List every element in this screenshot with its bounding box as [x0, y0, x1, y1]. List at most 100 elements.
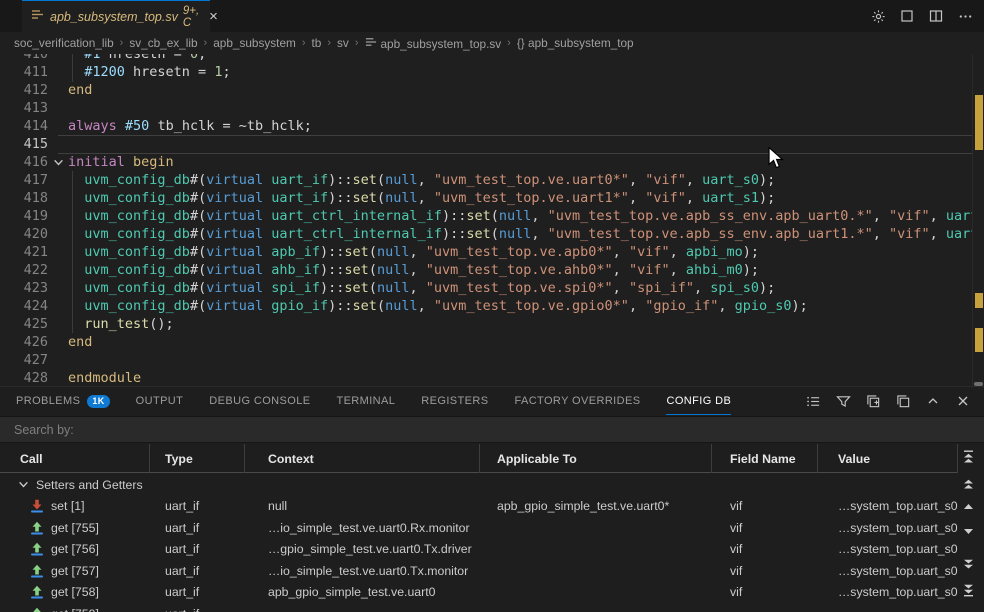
- code-line-426[interactable]: 426end: [0, 333, 972, 351]
- panel-tab-label: FACTORY OVERRIDES: [514, 395, 640, 407]
- column-header-call[interactable]: Call: [0, 444, 150, 473]
- panel-tab-config-db[interactable]: CONFIG DB: [666, 387, 731, 415]
- tab-title: apb_subsystem_top.sv: [50, 10, 178, 24]
- fold-chevron-icon[interactable]: [48, 153, 68, 171]
- cell-value: …system_top.uart_s0: [818, 517, 958, 539]
- fold-gutter: [48, 279, 68, 297]
- breadcrumb-item-apb-subsystem-top-sv[interactable]: apb_subsystem_top.sv: [365, 36, 502, 51]
- panel-tab-problems[interactable]: PROBLEMS1K: [16, 387, 110, 415]
- config-db-table: CallTypeContextApplicable ToField NameVa…: [0, 444, 984, 612]
- cell-type: uart_if: [150, 582, 245, 604]
- cell-field-name: vif: [712, 517, 818, 539]
- duplicate-panel-icon[interactable]: [894, 392, 912, 410]
- breadcrumb-item-apb-subsystem-top[interactable]: {} apb_subsystem_top: [517, 36, 634, 50]
- code-line-423[interactable]: 423 uvm_config_db#(virtual spi_if)::set(…: [0, 279, 972, 297]
- column-header-field-name[interactable]: Field Name: [712, 444, 818, 473]
- code-line-422[interactable]: 422 uvm_config_db#(virtual ahb_if)::set(…: [0, 261, 972, 279]
- line-number: 410: [0, 54, 48, 63]
- code-line-421[interactable]: 421 uvm_config_db#(virtual apb_if)::set(…: [0, 243, 972, 261]
- breadcrumb-item-soc-verification-lib[interactable]: soc_verification_lib: [14, 36, 114, 50]
- panel-tab-registers[interactable]: REGISTERS: [421, 387, 488, 415]
- code-line-413[interactable]: 413: [0, 99, 972, 117]
- code-line-415[interactable]: 415: [0, 135, 972, 153]
- maximize-panel-icon[interactable]: [924, 392, 942, 410]
- chevron-down-icon[interactable]: [18, 479, 29, 490]
- panel-tab-terminal[interactable]: TERMINAL: [336, 387, 395, 415]
- scroll-to-bottom-icon[interactable]: [960, 583, 976, 597]
- column-header-applicable-to[interactable]: Applicable To: [480, 444, 712, 473]
- code-line-412[interactable]: 412end: [0, 81, 972, 99]
- table-row-get-757-[interactable]: get [757]uart_if…io_simple_test.ve.uart0…: [0, 560, 958, 582]
- code-text: endmodule: [68, 369, 141, 386]
- overview-ruler[interactable]: [972, 54, 984, 386]
- code-text: #1 hresetn = 0;: [68, 54, 206, 63]
- breadcrumb-label: soc_verification_lib: [14, 36, 114, 50]
- cell-context: …io_simple_test.ve.uart0.Rx.monitor: [245, 517, 480, 539]
- column-header-type[interactable]: Type: [150, 444, 245, 473]
- table-row-set-1-[interactable]: set [1]uart_ifnullapb_gpio_simple_test.v…: [0, 496, 958, 518]
- breadcrumb-item-sv[interactable]: sv: [337, 36, 349, 50]
- column-header-context[interactable]: Context: [245, 444, 480, 473]
- split-editor-icon[interactable]: [927, 7, 945, 25]
- breadcrumb-item-sv-cb-ex-lib[interactable]: sv_cb_ex_lib: [129, 36, 197, 50]
- code-line-419[interactable]: 419 uvm_config_db#(virtual uart_ctrl_int…: [0, 207, 972, 225]
- settings-gear-icon[interactable]: [869, 7, 887, 25]
- table-row-get-756-[interactable]: get [756]uart_if…gpio_simple_test.ve.uar…: [0, 539, 958, 561]
- breadcrumb-item-tb[interactable]: tb: [312, 36, 322, 50]
- table-group-row[interactable]: Setters and Getters: [0, 474, 958, 496]
- table-row-get-759-[interactable]: get [759]uart_if: [0, 603, 958, 612]
- cell-field-name: [712, 603, 818, 612]
- panel-tab-debug-console[interactable]: DEBUG CONSOLE: [209, 387, 310, 415]
- cell-call: get [759]: [0, 603, 150, 612]
- code-line-417[interactable]: 417 uvm_config_db#(virtual uart_if)::set…: [0, 171, 972, 189]
- breadcrumb-label: apb_subsystem: [213, 36, 296, 50]
- panel-tab-factory-overrides[interactable]: FACTORY OVERRIDES: [514, 387, 640, 415]
- layout-icon[interactable]: [898, 7, 916, 25]
- filter-icon[interactable]: [834, 392, 852, 410]
- open-new-window-icon[interactable]: [864, 392, 882, 410]
- code-line-428[interactable]: 428endmodule: [0, 369, 972, 386]
- scroll-down-icon[interactable]: [960, 524, 976, 538]
- code-line-410[interactable]: 410 #1 hresetn = 0;: [0, 54, 972, 63]
- code-line-416[interactable]: 416initial begin: [0, 153, 972, 171]
- panel-tab-output[interactable]: OUTPUT: [136, 387, 184, 415]
- code-line-418[interactable]: 418 uvm_config_db#(virtual uart_if)::set…: [0, 189, 972, 207]
- fold-gutter: [48, 261, 68, 279]
- code-line-414[interactable]: 414always #50 tb_hclk = ~tb_hclk;: [0, 117, 972, 135]
- fold-gutter: [48, 135, 68, 153]
- cell-value: …system_top.uart_s0: [818, 496, 958, 518]
- tab-close-icon[interactable]: ×: [209, 9, 218, 24]
- table-scroll-controls: [958, 444, 980, 612]
- vscode-window: apb_subsystem_top.sv 9+, C × soc_verific…: [0, 0, 984, 612]
- code-line-424[interactable]: 424 uvm_config_db#(virtual gpio_if)::set…: [0, 297, 972, 315]
- fold-gutter: [48, 189, 68, 207]
- page-up-icon[interactable]: [960, 477, 976, 491]
- code-line-420[interactable]: 420 uvm_config_db#(virtual uart_ctrl_int…: [0, 225, 972, 243]
- more-actions-icon[interactable]: [956, 7, 974, 25]
- line-number: 415: [0, 135, 48, 153]
- breadcrumb-item-apb-subsystem[interactable]: apb_subsystem: [213, 36, 296, 50]
- cell-call: set [1]: [0, 496, 150, 518]
- table-row-get-755-[interactable]: get [755]uart_if…io_simple_test.ve.uart0…: [0, 517, 958, 539]
- list-unordered-icon[interactable]: [804, 392, 822, 410]
- fold-gutter: [48, 63, 68, 81]
- search-bar: [0, 416, 984, 443]
- code-line-425[interactable]: 425 run_test();: [0, 315, 972, 333]
- cell-applicable-to: [480, 560, 712, 582]
- table-body: Setters and Gettersset [1]uart_ifnullapb…: [0, 474, 958, 612]
- table-row-get-758-[interactable]: get [758]uart_ifapb_gpio_simple_test.ve.…: [0, 582, 958, 604]
- column-header-value[interactable]: Value: [818, 444, 958, 473]
- tab-apb-subsystem-top[interactable]: apb_subsystem_top.sv 9+, C ×: [22, 0, 210, 32]
- code-editor[interactable]: 410 #1 hresetn = 0;411 #1200 hresetn = 1…: [0, 54, 984, 386]
- page-down-icon[interactable]: [960, 557, 976, 571]
- fold-gutter: [48, 351, 68, 369]
- search-input[interactable]: [0, 423, 960, 437]
- scroll-to-top-icon[interactable]: [960, 449, 976, 463]
- cell-applicable-to: [480, 603, 712, 612]
- code-line-427[interactable]: 427: [0, 351, 972, 369]
- cell-context: …gpio_simple_test.ve.uart0.Tx.driver: [245, 539, 480, 561]
- code-line-411[interactable]: 411 #1200 hresetn = 1;: [0, 63, 972, 81]
- close-panel-icon[interactable]: [954, 392, 972, 410]
- line-number: 423: [0, 279, 48, 297]
- scroll-up-icon[interactable]: [960, 499, 976, 513]
